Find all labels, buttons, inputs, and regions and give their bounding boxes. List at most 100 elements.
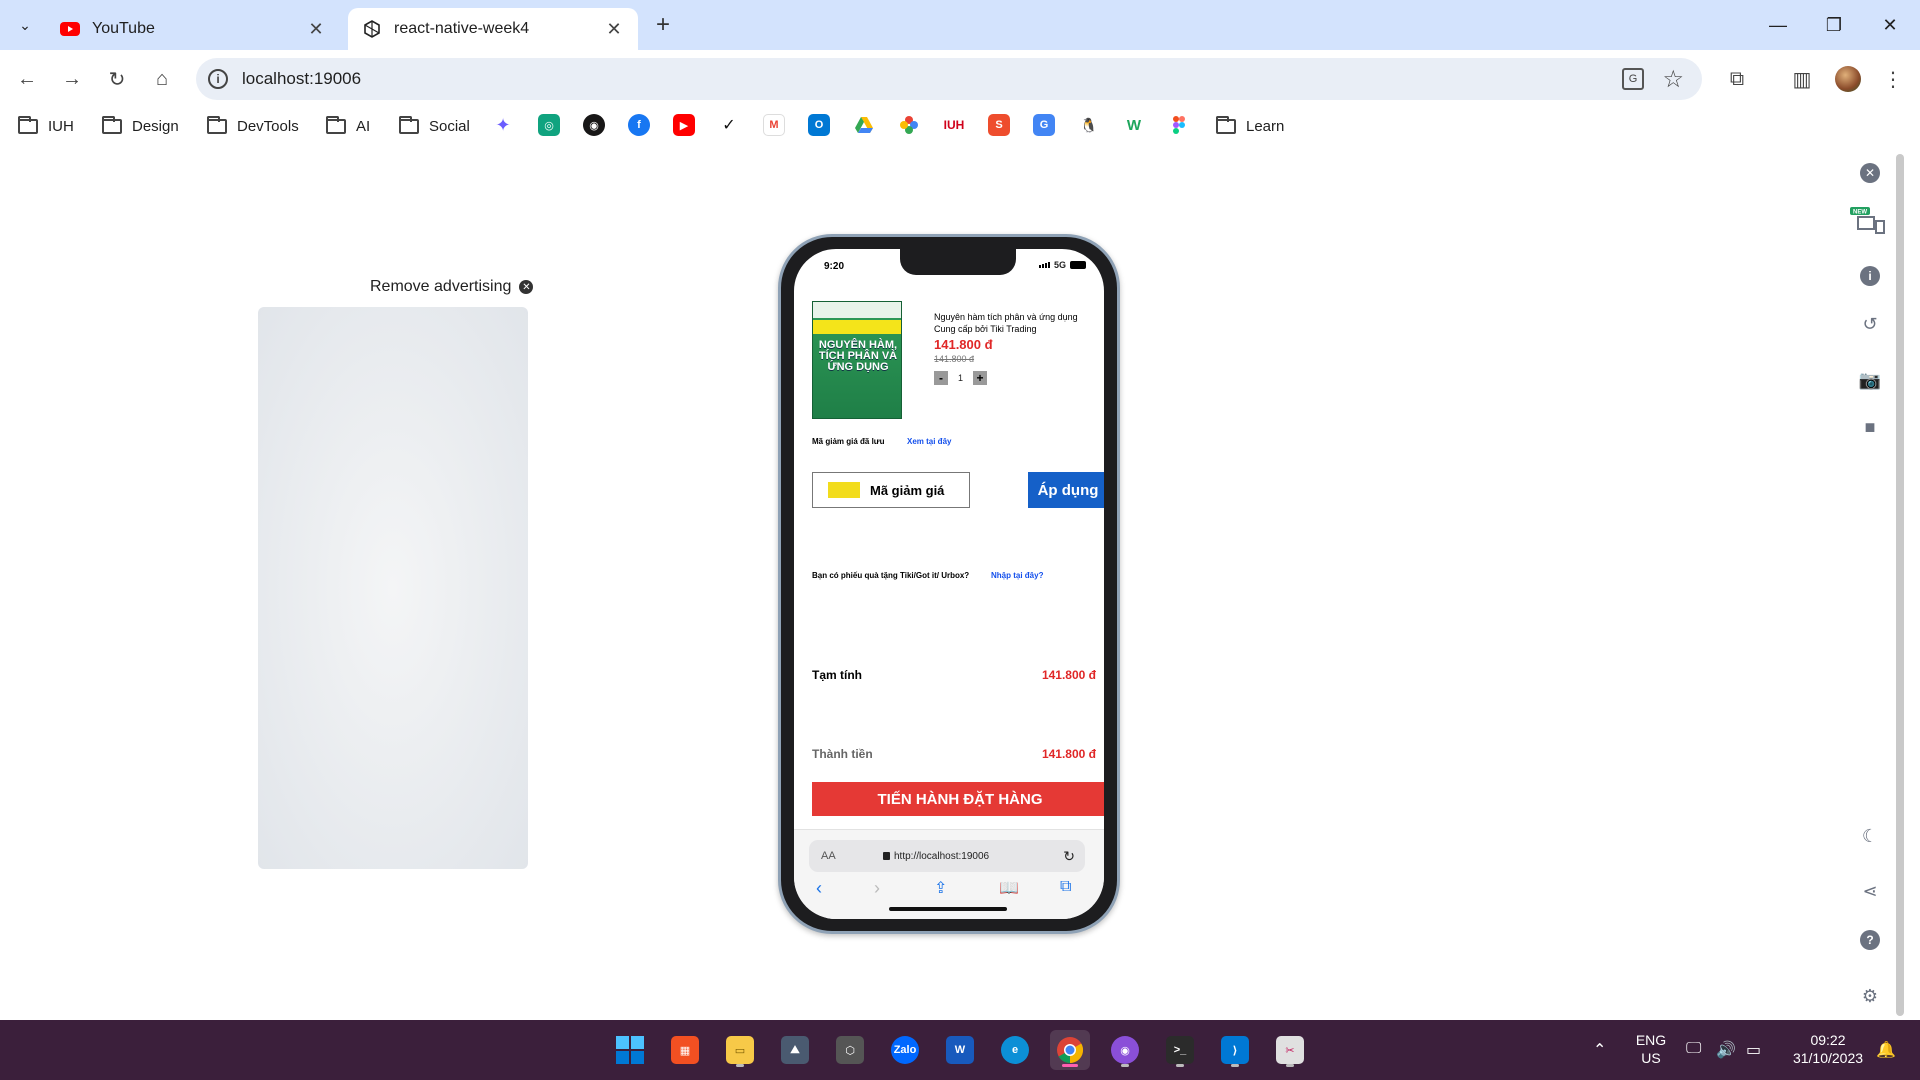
volume-icon[interactable]: 🔊 bbox=[1716, 1040, 1736, 1060]
site-info-icon[interactable]: i bbox=[208, 69, 228, 89]
bookmark-folder-label: Learn bbox=[1246, 117, 1285, 135]
zalo-app[interactable]: Zalo bbox=[885, 1030, 925, 1070]
minimize-icon[interactable]: — bbox=[1758, 10, 1798, 40]
bookmark-folder-design[interactable]: Design bbox=[102, 114, 179, 138]
coupon-input[interactable]: Mã giảm giá bbox=[812, 472, 970, 508]
address-bar[interactable]: i localhost:19006 G ☆ bbox=[196, 58, 1702, 100]
home-icon[interactable]: ⌂ bbox=[147, 64, 177, 94]
gift-voucher-link[interactable]: Nhập tại đây? bbox=[991, 571, 1043, 580]
photos-app[interactable]: ⛰ bbox=[775, 1030, 815, 1070]
bookmark-site-icon[interactable]: IUH bbox=[943, 114, 965, 136]
view-coupons-link[interactable]: Xem tại đây bbox=[907, 437, 951, 446]
zalo-icon: Zalo bbox=[891, 1036, 919, 1064]
bookmark-star-icon[interactable]: ☆ bbox=[1662, 65, 1684, 94]
outlook-icon[interactable]: O bbox=[808, 114, 830, 136]
w3schools-icon[interactable]: W bbox=[1123, 114, 1145, 136]
reload-icon[interactable]: ↻ bbox=[102, 64, 132, 94]
rotate-icon[interactable]: ↺ bbox=[1858, 312, 1882, 336]
vertical-scrollbar[interactable] bbox=[1896, 154, 1904, 1016]
apply-coupon-button[interactable]: Áp dụng bbox=[1028, 472, 1104, 508]
product-price: 141.800 đ bbox=[934, 337, 993, 352]
settings-gear-icon[interactable]: ⚙ bbox=[1858, 984, 1882, 1008]
safari-forward-icon[interactable]: › bbox=[874, 878, 880, 899]
bookmark-folder-social[interactable]: Social bbox=[399, 114, 470, 138]
word-app[interactable]: W bbox=[940, 1030, 980, 1070]
vscode-app[interactable]: ⟩ bbox=[1215, 1030, 1255, 1070]
snipping-tool-app[interactable]: ✂ bbox=[1270, 1030, 1310, 1070]
dark-mode-icon[interactable]: ☾ bbox=[1858, 824, 1882, 848]
safari-address-bar[interactable]: AA http://localhost:19006 ↻ bbox=[809, 840, 1085, 872]
google-drive-icon[interactable] bbox=[853, 114, 875, 136]
penguin-icon[interactable]: 🐧 bbox=[1078, 114, 1100, 136]
battery-tray-icon[interactable]: ▭ bbox=[1746, 1040, 1761, 1060]
start-button[interactable] bbox=[610, 1030, 650, 1070]
close-ad-icon[interactable]: ✕ bbox=[519, 280, 534, 294]
safari-share-icon[interactable]: ⇪ bbox=[934, 878, 947, 898]
bookmark-folder-devtools[interactable]: DevTools bbox=[207, 114, 299, 138]
coupon-tag-icon bbox=[828, 482, 860, 498]
restore-icon[interactable]: ❐ bbox=[1814, 10, 1854, 40]
clock[interactable]: 09:22 31/10/2023 bbox=[1780, 1031, 1876, 1067]
facebook-icon[interactable]: f bbox=[628, 114, 650, 136]
iphone-frame: 9:20 5G NGUYÊN HÀM, TÍCH PHÂN VÀ ỨNG DỤN… bbox=[778, 234, 1120, 934]
file-explorer-app[interactable]: ▭ bbox=[720, 1030, 760, 1070]
safari-back-icon[interactable]: ‹ bbox=[816, 878, 822, 899]
chatgpt-icon[interactable]: ◎ bbox=[538, 114, 560, 136]
share-icon[interactable]: ⋖ bbox=[1858, 879, 1882, 903]
tab-youtube[interactable]: YouTube ✕ bbox=[46, 8, 340, 50]
bookmark-folder-iuh[interactable]: IUH bbox=[18, 114, 74, 138]
notifications-bell-icon[interactable]: 🔔 bbox=[1876, 1040, 1896, 1060]
terminal-app[interactable]: >_ bbox=[1160, 1030, 1200, 1070]
unity-app[interactable]: ⬡ bbox=[830, 1030, 870, 1070]
bookmark-folder-learn[interactable]: Learn bbox=[1216, 114, 1284, 138]
language-indicator[interactable]: ENG US bbox=[1628, 1031, 1674, 1067]
bookmark-folder-label: IUH bbox=[48, 117, 74, 135]
network-icon[interactable]: 🖵 bbox=[1686, 1040, 1701, 1058]
shopee-icon[interactable]: S bbox=[988, 114, 1010, 136]
github-icon[interactable]: ◉ bbox=[583, 114, 605, 136]
record-video-icon[interactable]: ■ bbox=[1858, 415, 1882, 439]
tab-react-native-week4[interactable]: react-native-week4 ✕ bbox=[348, 8, 638, 50]
close-window-icon[interactable]: ✕ bbox=[1870, 10, 1910, 40]
side-panel-icon[interactable]: ▥ bbox=[1787, 64, 1817, 94]
place-order-button[interactable]: TIẾN HÀNH ĐẶT HÀNG bbox=[812, 782, 1104, 816]
figma-icon[interactable] bbox=[1168, 114, 1190, 136]
screenshot-icon[interactable]: 📷 bbox=[1858, 368, 1882, 392]
decrease-quantity-button[interactable]: - bbox=[934, 371, 948, 385]
profile-avatar[interactable] bbox=[1835, 66, 1861, 92]
close-panel-icon[interactable]: ✕ bbox=[1858, 161, 1882, 185]
gmail-icon[interactable]: M bbox=[763, 114, 785, 136]
info-icon[interactable]: i bbox=[1858, 264, 1882, 288]
new-tab-icon[interactable]: + bbox=[650, 11, 676, 38]
edge-app[interactable]: e bbox=[995, 1030, 1035, 1070]
devices-new-icon[interactable]: NEW bbox=[1850, 207, 1886, 234]
safari-tabs-icon[interactable]: ⧉ bbox=[1060, 878, 1071, 896]
safari-reload-icon[interactable]: ↻ bbox=[1063, 848, 1075, 865]
gemini-icon[interactable]: ✦ bbox=[492, 114, 514, 136]
close-tab-icon[interactable]: ✕ bbox=[604, 19, 624, 39]
google-translate-icon[interactable]: G bbox=[1033, 114, 1055, 136]
ms-store-app[interactable]: ▦ bbox=[665, 1030, 705, 1070]
github-desktop-app[interactable]: ◉ bbox=[1105, 1030, 1145, 1070]
close-tab-icon[interactable]: ✕ bbox=[306, 19, 326, 39]
nike-icon[interactable]: ✓ bbox=[718, 114, 740, 136]
reader-settings-button[interactable]: AA bbox=[821, 850, 836, 862]
help-icon[interactable]: ? bbox=[1858, 928, 1882, 952]
extensions-icon[interactable]: ⧉ bbox=[1722, 64, 1752, 94]
youtube-bookmark-icon[interactable]: ▶ bbox=[673, 114, 695, 136]
product-info: Nguyên hàm tích phân và ứng dụng Cung cấ… bbox=[934, 311, 1104, 335]
tab-search-chevron-icon[interactable]: ⌄ bbox=[10, 10, 40, 40]
chrome-app[interactable] bbox=[1050, 1030, 1090, 1070]
folder-icon bbox=[102, 115, 122, 134]
increase-quantity-button[interactable]: + bbox=[973, 371, 988, 385]
menu-kebab-icon[interactable]: ⋮ bbox=[1878, 64, 1908, 94]
show-hidden-icons-chevron[interactable]: ⌃ bbox=[1593, 1040, 1606, 1060]
safari-bookmarks-icon[interactable]: 📖 bbox=[999, 878, 1019, 898]
google-photos-icon[interactable] bbox=[898, 114, 920, 136]
forward-icon[interactable]: → bbox=[57, 64, 87, 94]
translate-icon[interactable]: G bbox=[1622, 68, 1644, 90]
remove-advertising-link[interactable]: Remove advertising ✕ bbox=[370, 278, 534, 296]
url-text[interactable]: localhost:19006 bbox=[242, 69, 361, 89]
bookmark-folder-ai[interactable]: AI bbox=[326, 114, 370, 138]
back-icon[interactable]: ← bbox=[12, 64, 42, 94]
